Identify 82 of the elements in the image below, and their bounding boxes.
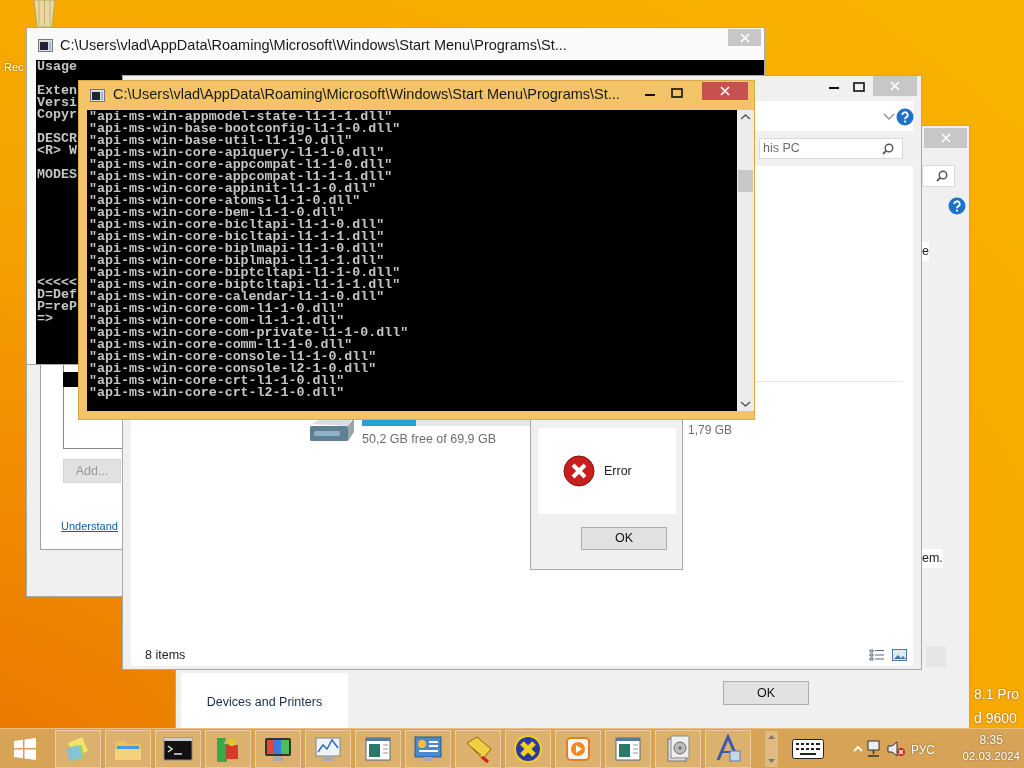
description-text: e	[922, 242, 929, 261]
console-line: "api-ms-win-core-appcompat-l1-1-1.dll"	[89, 171, 393, 183]
large-icons-view-icon[interactable]	[892, 649, 907, 661]
scroll-thumb[interactable]	[738, 170, 753, 192]
console-line: MODES	[37, 169, 77, 181]
search-icon	[882, 142, 894, 155]
console-line: "api-ms-win-core-appcompat-l1-1-0.dll"	[89, 159, 393, 171]
search-icon	[936, 170, 948, 182]
console-line: Versi	[37, 97, 77, 109]
maximize-icon[interactable]	[853, 82, 865, 92]
console-line: "api-ms-win-core-com-private-l1-1-0.dll"	[89, 327, 409, 339]
console-line: <R> W	[37, 145, 77, 157]
console-line: Copyr	[37, 109, 77, 121]
error-message: Error	[604, 462, 632, 480]
search-field[interactable]: his PC	[759, 138, 903, 159]
help-link[interactable]: Understand	[61, 518, 118, 535]
console-line: "api-ms-win-core-atoms-l1-1-0.dll"	[89, 195, 361, 207]
error-icon	[563, 455, 595, 487]
taskbar-button[interactable]	[505, 730, 551, 768]
console-line: "api-ms-win-base-util-l1-1-0.dll"	[89, 135, 353, 147]
console-line: "api-ms-win-core-biplmapi-l1-1-1.dll"	[89, 255, 385, 267]
scroll-down-icon[interactable]	[768, 759, 775, 763]
console-line: "api-ms-win-core-com-l1-1-1.dll"	[89, 315, 345, 327]
console-line: P=reP	[37, 301, 77, 313]
console-line: "api-ms-win-core-comm-l1-1-0.dll"	[89, 339, 353, 351]
console-line: "api-ms-win-core-calendar-l1-1-0.dll"	[89, 291, 385, 303]
console-line: "api-ms-win-core-bicltapi-l1-1-0.dll"	[89, 219, 385, 231]
help-icon[interactable]	[896, 108, 914, 126]
console-line: <<<<<	[37, 277, 77, 289]
console-icon	[90, 88, 105, 102]
details-view-icon[interactable]	[869, 649, 885, 661]
console-line: "api-ms-win-core-biplmapi-l1-1-0.dll"	[89, 243, 385, 255]
list-row[interactable]	[63, 372, 79, 387]
console-line: "api-ms-win-core-bem-l1-1-0.dll"	[89, 207, 345, 219]
close-icon	[940, 133, 951, 143]
console-line: Usage	[37, 61, 77, 73]
window-title: C:\Users\vlad\AppData\Roaming\Microsoft\Windows\Start Menu\Programs\St...	[113, 85, 620, 105]
console-line: "api-ms-win-core-com-l1-1-0.dll"	[89, 303, 345, 315]
console-line: "api-ms-win-core-biptcltapi-l1-1-1.dll"	[89, 279, 401, 291]
console-line: "api-ms-win-core-bicltapi-l1-1-1.dll"	[89, 231, 385, 243]
console-line: "api-ms-win-core-appinit-l1-1-0.dll"	[89, 183, 377, 195]
search-placeholder: his PC	[763, 140, 800, 158]
drive-space-text: 1,79 GB	[688, 422, 733, 439]
window-title: C:\Users\vlad\AppData\Roaming\Microsoft\Windows\Start Menu\Programs\St...	[60, 36, 567, 55]
console-icon	[38, 39, 53, 53]
maximize-icon[interactable]	[671, 88, 683, 98]
console-line: "api-ms-win-core-apiquery-l1-1-0.dll"	[89, 147, 385, 159]
status-text: 8 items	[145, 647, 186, 664]
windows-logo-icon	[13, 737, 37, 761]
console-line: "api-ms-win-core-console-l2-1-0.dll"	[89, 363, 377, 375]
ok-button[interactable]: OK	[723, 681, 809, 705]
ok-button[interactable]: OK	[581, 527, 667, 550]
search-field[interactable]	[922, 165, 955, 187]
edition-text: 8.1 Pro	[974, 685, 1020, 704]
console-line: D=Def	[37, 289, 77, 301]
speaker-muted-icon[interactable]	[887, 741, 905, 757]
console-line: DESCR	[37, 133, 77, 145]
console-line: "api-ms-win-core-console-l1-1-0.dll"	[89, 351, 377, 363]
taskbar-scroller[interactable]	[765, 731, 778, 767]
x-circle-icon	[512, 733, 544, 765]
chevron-up-icon[interactable]	[853, 745, 863, 752]
taskbar-button[interactable]	[255, 730, 301, 768]
console-line: "api-ms-win-core-crt-l1-1-0.dll"	[89, 375, 345, 387]
console-line: Exten	[37, 85, 77, 97]
drive-space-text: 50,2 GB free of 69,9 GB	[362, 431, 497, 448]
chevron-down-icon[interactable]	[883, 113, 895, 121]
console-line: "api-ms-win-base-bootconfig-l1-1-0.dll"	[89, 123, 401, 135]
taskbar-button[interactable]	[155, 730, 201, 768]
console-line: "api-ms-win-appmodel-state-l1-1-1.dll"	[89, 111, 393, 123]
sidebar-item[interactable]: Devices and Printers	[181, 673, 348, 731]
console-line: "api-ms-win-core-crt-l2-1-0.dll"	[89, 387, 345, 399]
console-line: =>	[37, 313, 53, 325]
close-icon	[890, 81, 900, 91]
close-icon	[720, 86, 730, 96]
build-text: d 9600	[974, 709, 1017, 728]
network-icon[interactable]	[865, 740, 881, 758]
keyboard-icon[interactable]	[792, 739, 824, 759]
console-line: "api-ms-win-core-biptcltapi-l1-1-0.dll"	[89, 267, 401, 279]
close-icon	[739, 32, 750, 43]
description-text: em.	[922, 549, 943, 568]
help-icon[interactable]	[948, 197, 966, 215]
close-button[interactable]	[702, 82, 748, 100]
